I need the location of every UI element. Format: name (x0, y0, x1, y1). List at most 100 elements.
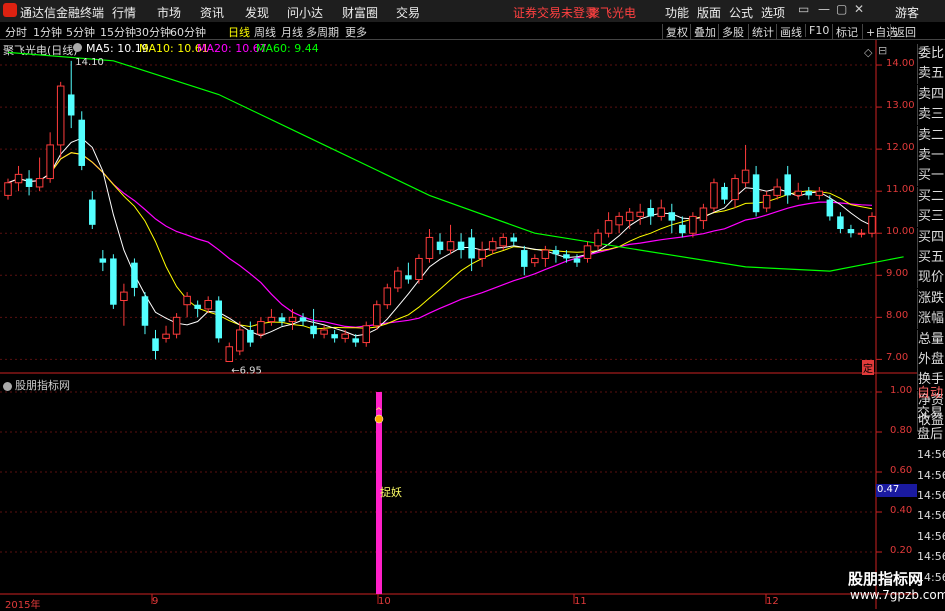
candle-body (710, 182, 718, 209)
candle-body (468, 237, 475, 259)
tool-2[interactable]: 多股 (718, 24, 744, 40)
candle-body (46, 144, 54, 180)
candle-body (131, 262, 138, 288)
candle-body (56, 85, 65, 146)
candle-body (563, 254, 570, 259)
side-label-12: 涨跌 (917, 288, 945, 309)
tool-4[interactable]: 画线 (776, 24, 802, 40)
menu-news[interactable]: 资讯 (200, 4, 224, 21)
price-tick-4: 10.00 (886, 226, 915, 238)
candle-body (89, 199, 96, 225)
help-icon[interactable]: ▭ (798, 2, 809, 16)
side2-label-8: 14:56 (917, 550, 945, 564)
candle-body (552, 250, 560, 255)
candle-body (583, 245, 592, 259)
side2-label-5: 14:56 (917, 489, 945, 502)
candle-body (647, 208, 654, 217)
candle-body (689, 215, 697, 234)
indicator-name-row: 股朋指标网 (3, 377, 70, 393)
kline-chart[interactable]: 14.10 ←6.95 ^ (0, 40, 917, 609)
candle-body (699, 207, 708, 222)
price-tick-2: 12.00 (886, 142, 915, 154)
candle-body (331, 334, 338, 339)
maximize-icon[interactable]: ▢ (836, 2, 847, 16)
title-bar: 通达信金融终端 行情 市场 资讯 发现 问小达 财富圈 交易 证券交易未登录 聚… (0, 0, 945, 23)
menu-function[interactable]: 功能 (665, 4, 689, 21)
price-tick-5: 9.00 (886, 268, 909, 280)
menu-ask[interactable]: 问小达 (287, 4, 323, 21)
candle-body (310, 325, 317, 335)
tool-3[interactable]: 统计 (748, 24, 774, 40)
timeframe-6[interactable]: 日线 (228, 24, 250, 40)
candle-body (625, 211, 634, 222)
menu-layout[interactable]: 版面 (697, 4, 721, 21)
ind-tick-4: 0.20 (890, 545, 913, 556)
timeframe-8[interactable]: 月线 (281, 24, 303, 40)
candle-body (383, 287, 392, 306)
menu-wealth[interactable]: 财富圈 (342, 4, 378, 21)
timeframe-7[interactable]: 周线 (254, 24, 276, 40)
high-annotation: 14.10 (75, 57, 104, 68)
trade-login-alert[interactable]: 证券交易未登录 (513, 4, 597, 21)
timeframe-9[interactable]: 多周期 (306, 24, 339, 40)
timeframe-3[interactable]: 15分钟 (100, 24, 136, 40)
side-label-13: 涨幅 (917, 309, 945, 330)
date-dec: 12 (766, 596, 779, 607)
price-tick-0: 14.00 (886, 58, 915, 70)
timeframe-2[interactable]: 5分钟 (66, 24, 95, 40)
candle-body (278, 317, 286, 322)
timeframe-1[interactable]: 1分钟 (33, 24, 62, 40)
watermark-name: 股朋指标网 (848, 570, 924, 588)
candle-body (225, 346, 234, 362)
tool-5[interactable]: F10 (805, 24, 829, 37)
menu-formula[interactable]: 公式 (729, 4, 753, 21)
candle-body (837, 216, 844, 230)
tool-6[interactable]: 标记 (832, 24, 858, 40)
candle-body (478, 249, 486, 259)
side-label-4: 卖二 (917, 125, 945, 146)
timeframe-5[interactable]: 60分钟 (170, 24, 206, 40)
menu-trade[interactable]: 交易 (396, 4, 420, 21)
close-icon[interactable]: ✕ (854, 2, 864, 16)
candle-body (78, 119, 86, 166)
menu-discover[interactable]: 发现 (245, 4, 269, 21)
candle-body (152, 338, 159, 351)
signal-label: 捉妖 (380, 486, 402, 499)
indicator-toggle-icon[interactable] (3, 381, 12, 391)
candle-body (415, 257, 423, 280)
app-title: 通达信金融终端 (20, 6, 105, 20)
timeframe-10[interactable]: 更多 (345, 24, 367, 40)
expand-icon[interactable]: ◇ (864, 46, 872, 59)
low-annotation: ←6.95 (231, 365, 262, 376)
indicator-current-value: 0.47 (876, 484, 917, 497)
timeframe-0[interactable]: 分时 (5, 24, 27, 40)
candle-body (162, 333, 170, 339)
minimize-icon[interactable]: — (818, 2, 830, 16)
candle-body (604, 220, 613, 234)
candle-body (120, 291, 128, 302)
side-label-10: 买五 (917, 248, 945, 268)
side-label-0: 委比 (917, 44, 945, 64)
tool-1[interactable]: 叠加 (690, 24, 716, 40)
candle-body (773, 186, 781, 196)
candle-body (183, 295, 191, 306)
menu-market[interactable]: 市场 (157, 4, 181, 21)
candle-body (499, 236, 507, 247)
menu-options[interactable]: 选项 (761, 4, 785, 21)
date-oct: 10 (378, 596, 391, 607)
side2-label-2: 盘后 (917, 426, 944, 442)
side2-label-6: 14:56 (917, 509, 945, 523)
candle-body (257, 321, 265, 335)
tool-8[interactable]: 返回 (890, 24, 916, 40)
guest-label[interactable]: 游客 (895, 4, 919, 21)
collapse-icon[interactable]: ⊟ (878, 44, 887, 57)
side-label-6: 买一 (917, 166, 945, 187)
tool-0[interactable]: 复权 (662, 24, 688, 40)
timeframe-4[interactable]: 30分钟 (135, 24, 171, 40)
candle-body (172, 316, 181, 335)
side-label-14: 总量 (917, 329, 945, 350)
menu-quotes[interactable]: 行情 (112, 4, 136, 21)
candle-body (215, 300, 222, 339)
candle-body (636, 211, 644, 217)
side-label-15: 外盘 (917, 350, 945, 370)
